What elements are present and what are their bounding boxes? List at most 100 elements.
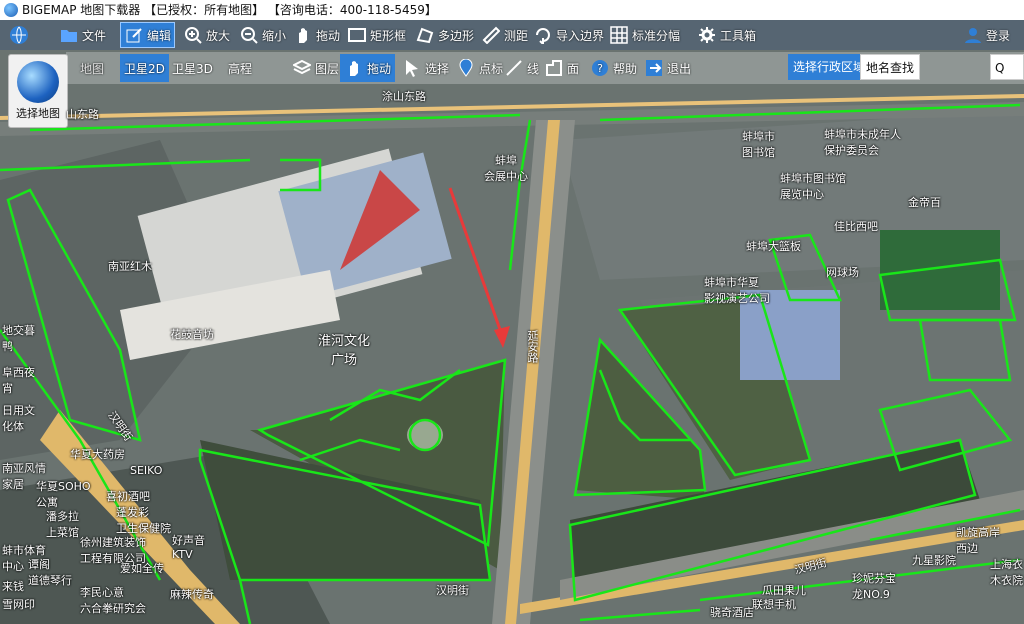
zoom-out-icon [239,25,259,45]
point-button[interactable]: 点标 [452,54,507,82]
poi-xibao[interactable]: 喜初酒吧 [106,488,150,504]
select-map-label: 选择地图 [16,107,60,120]
poi-bottom-2[interactable]: 爱如全传 [120,560,164,576]
area-button[interactable]: 面 [540,54,583,82]
poi-flower[interactable]: 花鼓音坊 [170,326,214,342]
line-button[interactable]: 线 [500,54,543,82]
place-search-button[interactable]: 地名查找 [860,54,921,80]
standard-grid-button[interactable]: 标准分幅 [606,22,683,48]
admin-region-button[interactable]: 选择行政区域 [788,54,871,80]
line-label: 线 [527,61,540,76]
import-border-button[interactable]: 导入边界 [530,22,607,48]
poi-gold[interactable]: 金帝百 [908,194,941,210]
layers-button[interactable]: 图层 [288,54,343,82]
road-hanming-2: 汉明街 [436,584,469,597]
map-type-sat3d[interactable]: 卫星3D [168,54,217,82]
poi-protection[interactable]: 蚌埠市未成年人 保护委员会 [824,126,901,158]
user-icon [963,25,983,45]
import-icon [533,25,553,45]
poi-union[interactable]: 联想手机 [752,596,796,612]
poi-library-hall[interactable]: 蚌埠市图书馆 展览中心 [780,170,846,202]
map-type-elevation[interactable]: 高程 [224,54,256,82]
exit-icon [644,58,664,78]
poi-hotel-list[interactable]: 好声音 KTV [172,532,205,561]
poi-left-7[interactable]: 谭阁 道德琴行 [28,556,72,588]
polygon-icon [415,25,435,45]
poi-xiaoqi[interactable]: 骁奇酒店 [710,604,754,620]
poi-left-10[interactable]: 雪网印 [2,596,35,612]
map-type-map-label: 地图 [80,61,105,76]
poi-huaxia[interactable]: 华夏大药房 [70,446,125,462]
map-type-sat2d[interactable]: 卫星2D [120,54,169,82]
poi-jiu[interactable]: 九星影院 [912,552,956,568]
toolbox-button[interactable]: 工具箱 [694,22,759,48]
file-button[interactable]: 文件 [56,22,109,48]
poi-nails[interactable]: 蚌埠大篮板 [746,238,801,254]
rect-button[interactable]: 矩形框 [344,22,409,48]
toolbox-label: 工具箱 [720,28,757,43]
poi-bar[interactable]: 佳比西吧 [834,218,878,234]
edit-label: 编辑 [147,28,172,43]
pin-icon [456,58,476,78]
map-type-map[interactable]: 地图 [76,54,108,82]
poi-rentian[interactable]: 瓜田果儿 [762,582,806,598]
grid-icon [609,25,629,45]
help-button[interactable]: ? 帮助 [586,54,641,82]
login-button[interactable]: 登录 [960,22,1013,48]
poi-seiko[interactable]: SEIKO [130,464,162,477]
zoom-in-button[interactable]: 放大 [180,22,233,48]
poi-kailong[interactable]: 凯旋高岸 西边 [956,524,1000,556]
pan-label: 拖动 [316,28,341,43]
poi-pengsheng[interactable]: 蓬发彩 卫生保健院 [116,504,171,536]
ruler-icon [481,25,501,45]
layers-label: 图层 [315,61,340,76]
exit-button[interactable]: 退出 [640,54,695,82]
poi-left-9[interactable]: 来钱 [2,578,24,594]
poi-left-3[interactable]: 日用文 化体 [2,402,35,434]
area-icon [544,58,564,78]
poi-kaide[interactable]: 珍妮芬宝 龙NO.9 [852,570,896,602]
file-label: 文件 [82,28,107,43]
drag-hand-icon [344,58,364,78]
edit-icon [124,25,144,45]
poi-left-8[interactable]: 李民心意 六合拳研究会 [80,584,146,616]
poi-library[interactable]: 蚌埠市 图书馆 [742,128,775,160]
select-button[interactable]: 选择 [398,54,453,82]
poi-left-2[interactable]: 阜西夜 宵 [2,364,35,396]
layers-icon [292,58,312,78]
select-map-button[interactable]: 选择地图 [8,54,68,128]
map-type-elevation-label: 高程 [228,61,253,76]
poi-bottom-1[interactable]: 麻辣传奇 [170,586,214,602]
poi-plaza[interactable]: 淮河文化 广场 [318,330,370,368]
poi-movie[interactable]: 蚌埠市华夏 影视演艺公司 [704,274,770,306]
window-title: BIGEMAP 地图下载器 【已授权：所有地图】 【咨询电话：400-118-5… [22,3,437,17]
cursor-icon [402,58,422,78]
pan-button[interactable]: 拖动 [290,22,343,48]
poi-left-1[interactable]: 地交暮 鸭 [2,322,35,354]
title-bar: BIGEMAP 地图下载器 【已授权：所有地图】 【咨询电话：400-118-5… [0,0,1024,21]
folder-icon [59,25,79,45]
measure-button[interactable]: 测距 [478,22,531,48]
zoom-out-button[interactable]: 缩小 [236,22,289,48]
area-label: 面 [567,61,580,76]
svg-text:?: ? [597,62,603,75]
measure-label: 测距 [504,28,529,43]
drag-label: 拖动 [367,61,392,76]
poi-left-5[interactable]: 潘多拉 上菜馆 [46,508,79,540]
poi-nanhu[interactable]: 南亚红木 [108,258,152,274]
poi-left-4[interactable]: 南亚风情 家居 [2,460,46,492]
select-label: 选择 [425,61,450,76]
standard-grid-label: 标准分幅 [632,28,681,43]
poi-exhibition[interactable]: 蚌埠 会展中心 [484,152,528,184]
polygon-button[interactable]: 多边形 [412,22,477,48]
poi-shanghai[interactable]: 上海衣 木衣院 [990,556,1023,588]
map-type-sat2d-label: 卫星2D [124,61,165,76]
road-shandong: 山东路 [66,108,99,121]
drag-button[interactable]: 拖动 [340,54,396,82]
app-logo-icon [4,3,18,17]
zoom-in-icon [183,25,203,45]
road-tushan: 涂山东路 [382,90,426,103]
qq-icon[interactable]: Q [990,54,1024,80]
edit-button[interactable]: 编辑 [120,22,176,48]
poi-net[interactable]: 网球场 [826,264,859,280]
